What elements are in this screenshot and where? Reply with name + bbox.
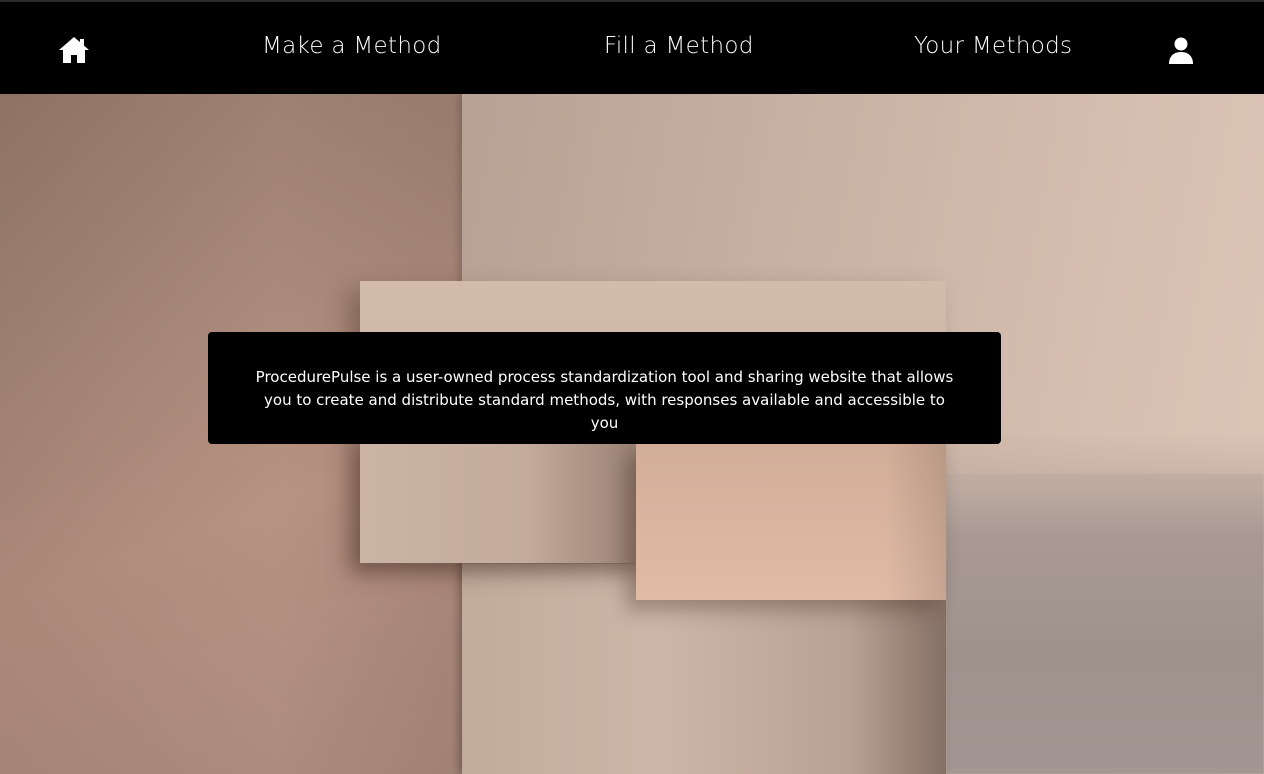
nav-your-methods-link[interactable]: Your Methods xyxy=(914,32,1072,62)
page: Make a Method Fill a Method Your Methods… xyxy=(0,0,1264,774)
home-icon xyxy=(59,37,89,63)
user-icon xyxy=(1169,37,1193,64)
intro-info-box: ProcedurePulse is a user-owned process s… xyxy=(208,332,1001,444)
top-navbar: Make a Method Fill a Method Your Methods xyxy=(0,0,1264,94)
bg-panel-gray xyxy=(946,434,1264,774)
profile-button[interactable] xyxy=(1166,36,1196,66)
nav-make-method-link[interactable]: Make a Method xyxy=(262,32,441,62)
nav-fill-method-link[interactable]: Fill a Method xyxy=(604,32,754,62)
home-button[interactable] xyxy=(56,34,92,66)
bg-panel-mid-left xyxy=(360,444,636,563)
intro-description: ProcedurePulse is a user-owned process s… xyxy=(255,368,954,432)
bg-panel-peach xyxy=(636,444,946,600)
